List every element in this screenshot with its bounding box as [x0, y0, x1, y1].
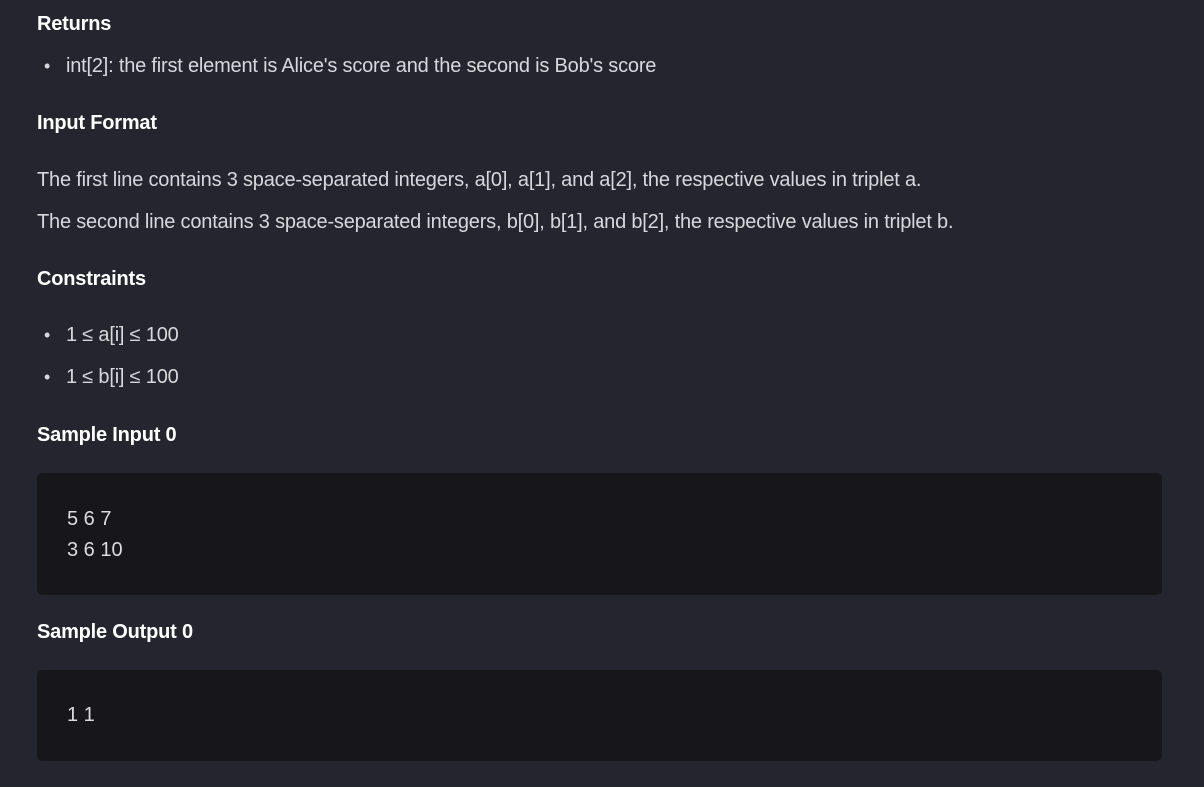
sample-output-heading: Sample Output 0	[37, 621, 193, 643]
sample-output-line: 1 1	[67, 704, 95, 726]
returns-list-item: • int[2]: the first element is Alice's sc…	[44, 54, 656, 78]
sample-input-heading: Sample Input 0	[37, 424, 177, 446]
constraint-item: • 1 ≤ b[i] ≤ 100	[44, 365, 179, 389]
sample-input-code-block[interactable]: 5 6 7 3 6 10	[37, 473, 1162, 595]
bullet-dot-icon: •	[44, 325, 51, 345]
input-format-line-1: The first line contains 3 space-separate…	[37, 169, 922, 191]
bullet-dot-icon: •	[44, 367, 51, 387]
bullet-dot-icon: •	[44, 56, 51, 76]
sample-input-line: 3 6 10	[67, 539, 123, 561]
returns-heading: Returns	[37, 13, 112, 35]
returns-item-text: int[2]: the first element is Alice's sco…	[66, 55, 657, 77]
problem-statement: Returns • int[2]: the first element is Al…	[0, 0, 1204, 787]
input-format-heading: Input Format	[37, 112, 157, 134]
sample-input-line: 5 6 7	[67, 508, 112, 530]
constraint-item: • 1 ≤ a[i] ≤ 100	[44, 323, 179, 347]
constraints-heading: Constraints	[37, 268, 146, 290]
constraint-text: 1 ≤ b[i] ≤ 100	[66, 366, 179, 388]
input-format-line-2: The second line contains 3 space-separat…	[37, 211, 954, 233]
sample-output-code-block[interactable]: 1 1	[37, 670, 1162, 761]
constraint-text: 1 ≤ a[i] ≤ 100	[66, 324, 179, 346]
